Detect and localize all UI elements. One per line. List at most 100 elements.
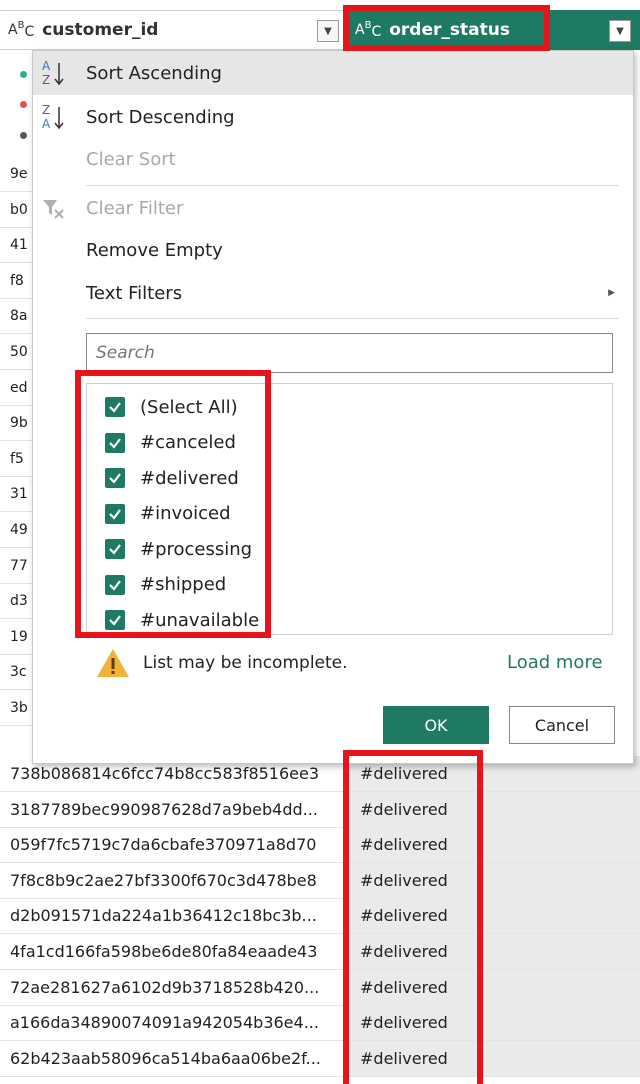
text-type-icon: ABC xyxy=(8,20,35,40)
customer-id-cell[interactable]: 059f7fc5719c7da6cbafe370971a8d70 xyxy=(0,827,346,863)
customer-id-cell[interactable]: 3187789bec990987628d7a9beb4dd... xyxy=(0,791,346,827)
checkbox-label: #processing xyxy=(140,538,253,560)
clipped-customer-id-cell: 8a xyxy=(0,298,32,335)
customer-id-cell[interactable]: d2b091571da224a1b36412c18bc3b... xyxy=(0,898,346,934)
filter-dropdown-button[interactable]: ▼ xyxy=(609,20,631,42)
order-status-cell[interactable]: #delivered xyxy=(346,1005,640,1041)
status-checkbox-item[interactable]: #delivered xyxy=(87,463,387,493)
text-type-icon: ABC xyxy=(355,20,382,40)
customer-id-cell[interactable]: 4fa1cd166fa598be6de80fa84eaade43 xyxy=(0,934,346,969)
clipped-customer-id-cell: f8 xyxy=(0,263,32,299)
search-input[interactable] xyxy=(86,333,613,373)
order-status-cell[interactable]: #delivered xyxy=(346,827,640,863)
customer-id-cell[interactable]: 62b423aab58096ca514ba6aa06be2f... xyxy=(0,1040,346,1076)
table-row[interactable]: d2b091571da224a1b36412c18bc3b... #deliver… xyxy=(0,898,640,935)
checkbox[interactable] xyxy=(105,503,125,524)
submenu-arrow-icon: ▶ xyxy=(608,288,615,298)
column-header-label: order_status xyxy=(389,20,510,40)
status-dot-green xyxy=(20,71,27,78)
column-header-order-status[interactable]: ABC order_status ▼ xyxy=(346,10,640,50)
svg-text:A: A xyxy=(42,117,51,131)
checkbox-label: #canceled xyxy=(140,432,236,453)
select-all-checkbox-item[interactable]: (Select All) xyxy=(87,392,387,422)
remove-empty-item[interactable]: Remove Empty xyxy=(33,228,633,272)
checkbox[interactable] xyxy=(105,432,125,453)
value-checklist: (Select All) #canceled #delivered #invoiced… xyxy=(86,383,613,635)
checkmark-icon xyxy=(109,473,121,484)
table-row[interactable]: a166da34890074091a942054b36e4... #deliver… xyxy=(0,1005,640,1042)
checkmark-icon xyxy=(109,544,121,555)
checkbox[interactable] xyxy=(105,574,125,595)
checkmark-icon xyxy=(109,402,121,413)
customer-id-cell[interactable]: 72ae281627a6102d9b3718528b420... xyxy=(0,969,346,1005)
clear-filter-icon xyxy=(43,200,64,219)
clipped-customer-id-cell: 31 xyxy=(0,476,32,513)
clipped-customer-id-cell: 9e xyxy=(0,156,32,192)
cancel-button[interactable]: Cancel xyxy=(509,706,615,744)
clipped-customer-id-cell: 77 xyxy=(0,548,32,584)
checkbox-label: #delivered xyxy=(140,467,239,489)
column-header-label: customer_id xyxy=(42,20,159,40)
status-checkbox-item[interactable]: #shipped xyxy=(87,570,387,600)
svg-text:Z: Z xyxy=(42,103,50,117)
order-status-cell[interactable]: #delivered xyxy=(346,934,640,969)
order-status-cell[interactable]: #delivered xyxy=(346,791,640,827)
clear-sort-item[interactable]: Clear Sort xyxy=(33,137,633,181)
order-status-cell[interactable]: #delivered xyxy=(346,1040,640,1076)
sort-descending-item[interactable]: Z A Sort Descending xyxy=(33,95,633,139)
status-checkbox-item[interactable]: #unavailable xyxy=(87,605,387,635)
customer-id-cell[interactable]: 7f8c8b9c2ae27bf3300f670c3d478be8 xyxy=(0,862,346,898)
sort-ascending-icon: A Z xyxy=(42,59,64,87)
checkbox[interactable] xyxy=(105,397,125,417)
clipped-customer-id-cell: f5 xyxy=(0,441,32,477)
incomplete-list-warning: List may be incomplete. xyxy=(143,653,348,673)
table-row[interactable]: 059f7fc5719c7da6cbafe370971a8d70 #deliver… xyxy=(0,827,640,864)
clipped-customer-id-cell: 19 xyxy=(0,619,32,655)
checkbox-label: #invoiced xyxy=(140,503,231,524)
column-header-customer-id[interactable]: ABC customer_id ▼ xyxy=(0,10,346,50)
checkmark-icon xyxy=(109,437,121,449)
clipped-customer-id-cell: 3c xyxy=(0,654,32,691)
sort-ascending-item[interactable]: A Z Sort Ascending xyxy=(33,51,633,95)
table-row[interactable]: 3187789bec990987628d7a9beb4dd... #deliver… xyxy=(0,791,640,828)
clipped-customer-id-cell: 50 xyxy=(0,334,32,370)
sort-descending-icon: Z A xyxy=(42,103,64,131)
status-dot-red xyxy=(20,101,27,108)
checkbox-label: #unavailable xyxy=(140,609,260,631)
clear-filter-item[interactable]: Clear Filter xyxy=(33,186,633,230)
text-filters-item[interactable]: Text Filters ▶ xyxy=(33,271,633,315)
filter-dropdown-button[interactable]: ▼ xyxy=(317,20,339,42)
checkmark-icon xyxy=(109,615,121,626)
status-checkbox-item[interactable]: #processing xyxy=(87,534,387,564)
status-checkbox-item[interactable]: #canceled xyxy=(87,428,387,458)
load-more-link[interactable]: Load more xyxy=(507,652,603,673)
checkbox[interactable] xyxy=(105,610,125,630)
order-status-cell[interactable]: #delivered xyxy=(346,969,640,1005)
customer-id-cell[interactable]: a166da34890074091a942054b36e4... xyxy=(0,1005,346,1041)
checkbox-label: #shipped xyxy=(140,574,227,595)
svg-text:Z: Z xyxy=(42,73,50,87)
table-row[interactable]: 4fa1cd166fa598be6de80fa84eaade43 #deliver… xyxy=(0,934,640,970)
checkbox[interactable] xyxy=(105,468,125,488)
clipped-customer-id-cell: 9b xyxy=(0,405,32,442)
status-dot-gray xyxy=(20,132,27,139)
clipped-customer-id-cell: 49 xyxy=(0,512,32,548)
clipped-customer-id-cell: d3 xyxy=(0,583,32,620)
checkbox-label: (Select All) xyxy=(140,396,238,418)
svg-text:A: A xyxy=(42,59,51,73)
table-row[interactable]: 7f8c8b9c2ae27bf3300f670c3d478be8 #deliver… xyxy=(0,862,640,899)
checkmark-icon xyxy=(109,508,121,520)
status-checkbox-item[interactable]: #invoiced xyxy=(87,499,387,529)
filter-menu: A Z Sort Ascending Z A Sort Descending C… xyxy=(32,50,634,764)
checkbox[interactable] xyxy=(105,539,125,559)
order-status-cell[interactable]: #delivered xyxy=(346,898,640,934)
order-status-cell[interactable]: #delivered xyxy=(346,862,640,898)
clipped-customer-id-cell: b0 xyxy=(0,192,32,228)
warning-icon xyxy=(97,649,129,677)
clipped-customer-id-cell: 3b xyxy=(0,690,32,726)
clipped-customer-id-cell: 41 xyxy=(0,227,32,264)
table-row[interactable]: 72ae281627a6102d9b3718528b420... #deliver… xyxy=(0,969,640,1006)
table-row[interactable]: 62b423aab58096ca514ba6aa06be2f... #delive… xyxy=(0,1040,640,1077)
ok-button[interactable]: OK xyxy=(383,706,489,744)
clipped-customer-id-cell: ed xyxy=(0,370,32,406)
